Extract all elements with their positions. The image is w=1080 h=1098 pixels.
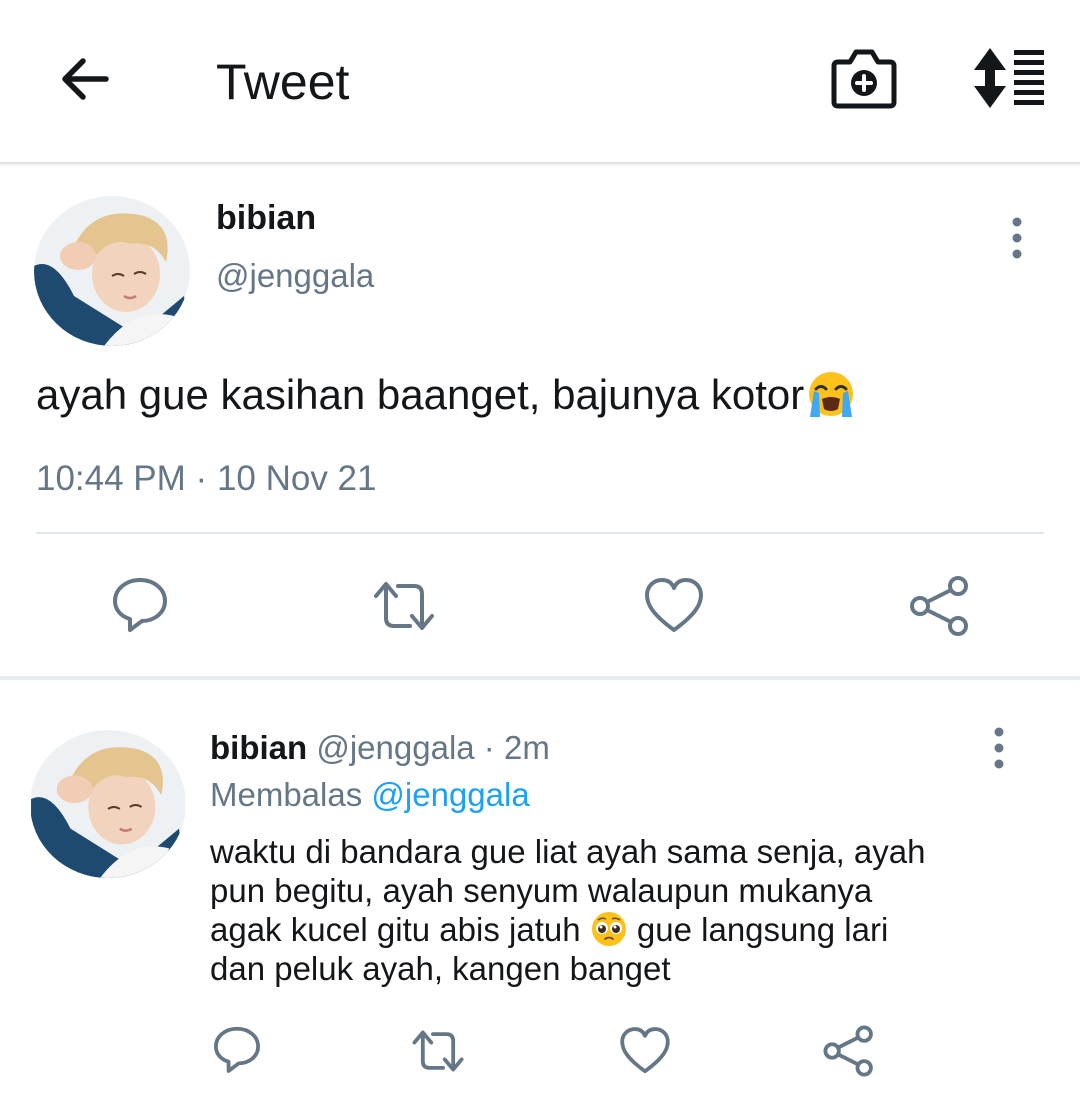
more-vertical-icon xyxy=(1012,217,1022,259)
reply-line: waktu di bandara gue liat ayah sama senj… xyxy=(210,833,926,870)
loudly-crying-face-icon xyxy=(806,369,856,419)
reply-button[interactable] xyxy=(210,1022,264,1076)
mention-link[interactable]: @jenggala xyxy=(371,776,529,813)
divider xyxy=(36,532,1044,534)
reply-age: 2m xyxy=(503,729,550,766)
like-button[interactable] xyxy=(642,574,706,638)
reply-avatar[interactable] xyxy=(30,730,186,878)
pleading-face-icon xyxy=(590,910,628,948)
reply-more-options-button[interactable] xyxy=(987,726,1011,770)
reply-button[interactable] xyxy=(108,572,172,636)
top-app-bar: Tweet xyxy=(0,0,1080,162)
profile-photo xyxy=(31,730,185,878)
separator-dot: · xyxy=(483,729,495,766)
back-button[interactable] xyxy=(56,50,114,108)
reply-line-part: agak kucel gitu abis jatuh xyxy=(210,911,581,948)
replying-to: Membalas @jenggala xyxy=(210,775,530,815)
author-handle[interactable]: @jenggala xyxy=(216,256,374,296)
page-title: Tweet xyxy=(216,54,350,110)
reply-text: waktu di bandara gue liat ayah sama senj… xyxy=(210,832,1010,988)
retweet-icon xyxy=(374,582,434,630)
reply-line: pun begitu, ayah senyum walaupun mukanya xyxy=(210,872,873,909)
separator-dot: · xyxy=(195,459,208,498)
share-button[interactable] xyxy=(822,1024,876,1078)
tweet-time: 10:44 PM xyxy=(36,459,186,498)
replying-label: Membalas xyxy=(210,776,363,813)
app-bar-shadow xyxy=(0,162,1080,166)
camera-button[interactable] xyxy=(830,46,898,112)
share-icon xyxy=(823,1025,873,1077)
camera-plus-icon xyxy=(831,49,897,109)
share-icon xyxy=(910,576,968,636)
sort-button[interactable] xyxy=(968,46,1048,110)
more-vertical-icon xyxy=(994,727,1004,769)
reply-line-part: gue langsung lari xyxy=(636,911,889,948)
tweet-text: ayah gue kasihan baanget, bajunya kotor xyxy=(36,368,856,422)
avatar[interactable] xyxy=(34,196,190,346)
retweet-button[interactable] xyxy=(372,574,436,638)
reply-line: agak kucel gitu abis jatuh gue langsung … xyxy=(210,910,1010,949)
reply-author-handle[interactable]: @jenggala xyxy=(316,729,474,766)
arrow-left-icon xyxy=(62,58,109,100)
retweet-icon xyxy=(412,1030,464,1072)
tweet-date: 10 Nov 21 xyxy=(216,459,377,498)
section-divider xyxy=(0,676,1080,680)
reply-header: bibian @jenggala · 2m xyxy=(210,728,550,768)
tweet-text-content: ayah gue kasihan baanget, bajunya kotor xyxy=(36,371,805,418)
retweet-button[interactable] xyxy=(410,1024,466,1078)
more-options-button[interactable] xyxy=(1005,216,1029,260)
sort-list-icon xyxy=(974,48,1044,108)
reply-icon xyxy=(214,1026,260,1073)
like-icon xyxy=(620,1027,670,1074)
author-name[interactable]: bibian xyxy=(216,198,316,238)
like-button[interactable] xyxy=(618,1024,672,1078)
share-button[interactable] xyxy=(908,574,972,638)
reply-line: dan peluk ayah, kangen banget xyxy=(210,950,671,987)
tweet-timestamp: 10:44 PM · 10 Nov 21 xyxy=(36,458,377,500)
like-icon xyxy=(645,578,703,632)
reply-author-name[interactable]: bibian xyxy=(210,729,307,766)
reply-icon xyxy=(113,578,167,632)
profile-photo xyxy=(34,196,190,346)
